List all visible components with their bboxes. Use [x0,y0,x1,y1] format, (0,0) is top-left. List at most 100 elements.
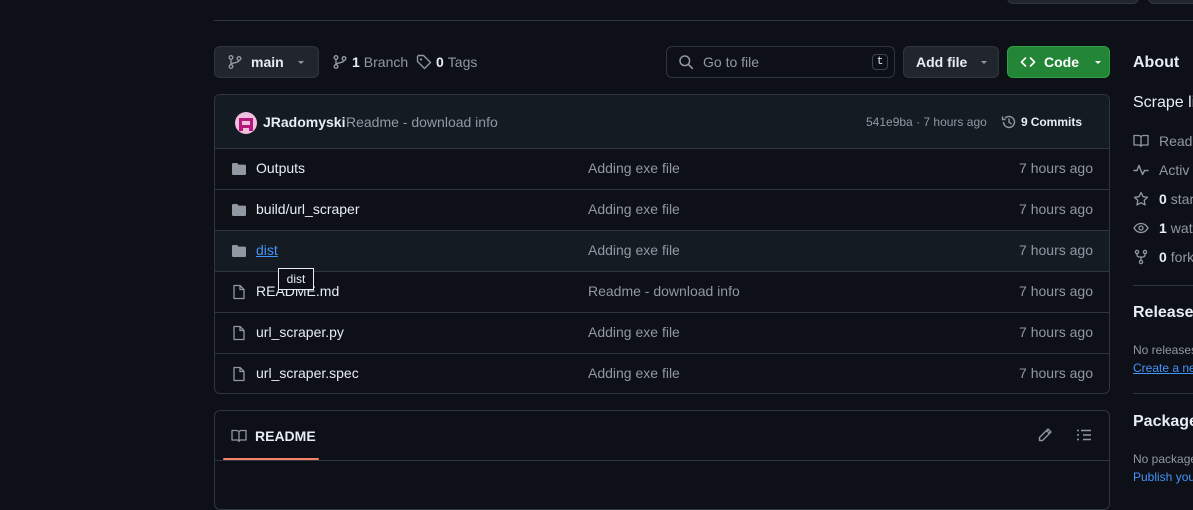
file-time: 7 hours ago [1019,201,1093,217]
sidebar-stars-link[interactable]: 0 star [1133,191,1193,207]
file-commit-message[interactable]: Readme - download info [588,283,740,299]
publish-package-link[interactable]: Publish you [1133,470,1193,484]
file-time: 7 hours ago [1019,324,1093,340]
sidebar-readme-link[interactable]: Read [1133,133,1192,149]
branch-label: Branch [363,54,409,70]
sidebar-watchers-link[interactable]: 1 wat [1133,220,1193,236]
outline-list-icon[interactable] [1076,427,1092,443]
branch-name: main [251,54,284,70]
readme-header: README [215,411,1109,461]
create-release-link[interactable]: Create a ne [1133,361,1193,375]
pulse-icon [1133,162,1159,178]
file-time: 7 hours ago [1019,242,1093,258]
file-row[interactable]: build/url_scraper Adding exe file 7 hour… [215,189,1109,230]
header-button-remnant[interactable] [1148,0,1193,4]
file-commit-message[interactable]: Adding exe file [588,242,680,258]
commit-hash[interactable]: 541e9ba [866,115,913,129]
commit-message[interactable]: Readme - download info [346,114,498,130]
file-name[interactable]: Outputs [256,160,305,176]
tag-count: 0 [436,54,444,70]
sidebar-item-label: Read [1159,133,1193,149]
header-button-remnant[interactable] [1007,0,1139,4]
tag-icon [416,54,432,70]
file-name[interactable]: url_scraper.py [256,324,344,340]
sidebar-item-label: Activ [1159,162,1190,178]
avatar[interactable] [235,112,257,134]
eye-icon [1133,220,1159,236]
about-title: About [1133,54,1180,71]
add-file-label: Add file [916,54,968,70]
packages-title[interactable]: Package [1133,413,1193,431]
sidebar-divider [1133,285,1193,286]
chevron-down-icon [1093,57,1103,67]
commit-meta: 541e9ba · 7 hours ago [866,115,987,129]
tooltip-text: dist [286,272,306,286]
edit-pencil-icon[interactable] [1037,427,1053,443]
branch-icon [227,54,243,70]
code-icon [1020,54,1036,70]
code-button[interactable]: Code [1007,46,1110,78]
sidebar-item-label: fork [1170,249,1193,265]
file-row[interactable]: README.md Readme - download info 7 hours… [215,271,1109,312]
sidebar-item-label: wat [1170,220,1193,236]
tooltip: dist [278,268,314,290]
code-label: Code [1044,54,1079,70]
file-icon [231,284,247,300]
file-row-hovered[interactable]: dist Adding exe file 7 hours ago [215,230,1109,271]
file-name[interactable]: dist [256,242,278,258]
file-time: 7 hours ago [1019,365,1093,381]
releases-text: No releases [1133,343,1193,357]
tag-label: Tags [447,54,478,70]
sidebar-item-label: star [1170,191,1193,207]
latest-commit-bar: JRadomyski Readme - download info 541e9b… [215,95,1109,148]
branches-link[interactable]: 1 Branch [332,54,408,70]
folder-icon [231,202,247,218]
shortcut-key-badge: t [872,54,888,70]
sidebar-divider [1133,393,1193,394]
commit-count-label: Commits [1030,115,1083,129]
readme-tab[interactable]: README [231,428,316,444]
branch-icon [332,54,348,70]
sidebar-item-count: 1 [1159,220,1167,236]
file-icon [231,325,247,341]
packages-text: No package [1133,452,1193,466]
add-file-button[interactable]: Add file [903,46,999,78]
readme-panel: README [214,410,1110,510]
branch-selector-button[interactable]: main [214,46,319,78]
commits-link[interactable]: 9 Commits [1001,114,1082,130]
fork-icon [1133,249,1159,265]
folder-icon [231,243,247,259]
tags-link[interactable]: 0 Tags [416,54,477,70]
file-commit-message[interactable]: Adding exe file [588,160,680,176]
commit-count: 9 [1021,115,1028,129]
commit-separator: · [916,115,921,129]
sidebar-item-count: 0 [1159,249,1167,265]
commit-author[interactable]: JRadomyski [263,114,345,130]
releases-title[interactable]: Releases [1133,304,1193,322]
repo-description: Scrape li [1133,94,1193,111]
book-icon [231,428,247,444]
file-name[interactable]: url_scraper.spec [256,365,359,381]
file-row[interactable]: url_scraper.py Adding exe file 7 hours a… [215,312,1109,353]
sidebar-activity-link[interactable]: Activ [1133,162,1189,178]
sidebar-forks-link[interactable]: 0 fork [1133,249,1193,265]
readme-tab-underline [223,458,319,460]
history-icon [1001,114,1017,130]
commit-time: 7 hours ago [923,115,987,129]
file-row[interactable]: url_scraper.spec Adding exe file 7 hours… [215,353,1109,393]
star-icon [1133,191,1159,207]
file-name[interactable]: build/url_scraper [256,201,360,217]
file-row[interactable]: Outputs Adding exe file 7 hours ago [215,148,1109,189]
chevron-down-icon [979,57,989,67]
readme-title: README [255,428,316,444]
header-divider [214,20,1193,21]
file-commit-message[interactable]: Adding exe file [588,201,680,217]
sidebar-item-count: 0 [1159,191,1167,207]
go-to-file-placeholder: Go to file [703,54,760,70]
file-time: 7 hours ago [1019,283,1093,299]
search-icon [678,54,694,70]
file-commit-message[interactable]: Adding exe file [588,324,680,340]
folder-icon [231,161,247,177]
go-to-file-input[interactable]: Go to file t [666,46,895,78]
file-commit-message[interactable]: Adding exe file [588,365,680,381]
